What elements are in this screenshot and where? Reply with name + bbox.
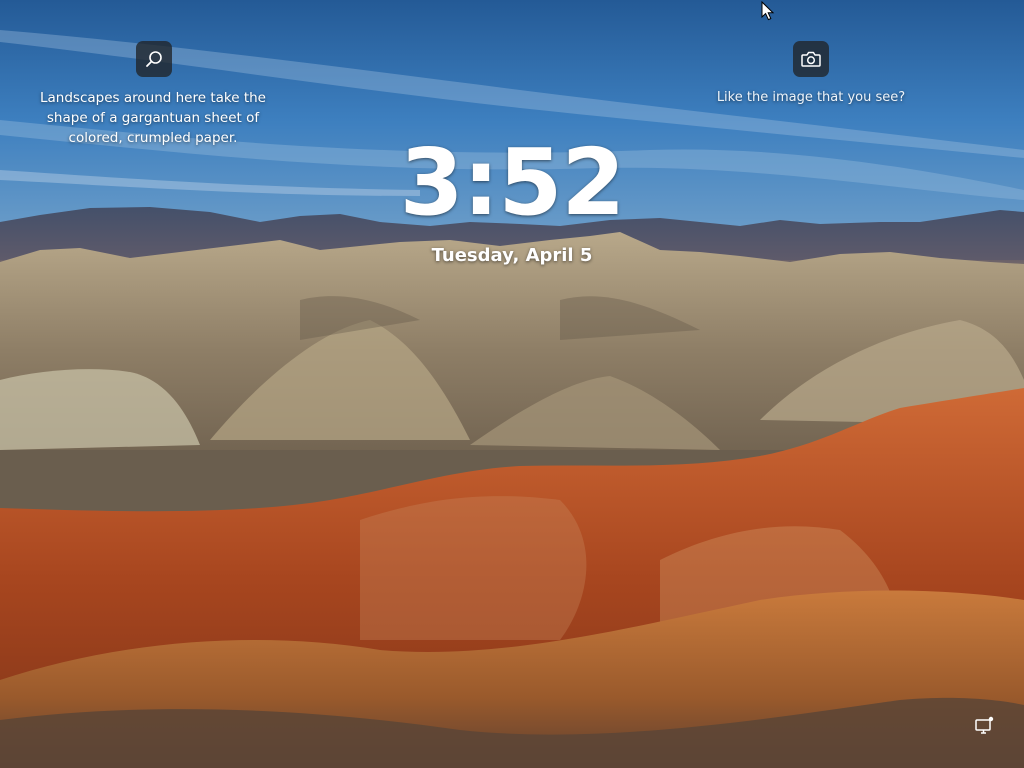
lock-screen-clock: 3:52 bbox=[399, 129, 626, 236]
lock-screen-date: Tuesday, April 5 bbox=[431, 245, 593, 266]
like-image-button[interactable] bbox=[793, 41, 829, 77]
mouse-cursor-icon bbox=[761, 1, 775, 21]
search-icon bbox=[146, 51, 162, 67]
camera-icon bbox=[801, 51, 821, 67]
search-button[interactable] bbox=[136, 41, 172, 77]
lock-screen[interactable]: Landscapes around here take the shape of… bbox=[0, 0, 1024, 768]
network-icon[interactable] bbox=[972, 714, 996, 738]
like-image-prompt[interactable]: Like the image that you see? bbox=[700, 88, 922, 108]
spotlight-caption: Landscapes around here take the shape of… bbox=[40, 90, 266, 146]
